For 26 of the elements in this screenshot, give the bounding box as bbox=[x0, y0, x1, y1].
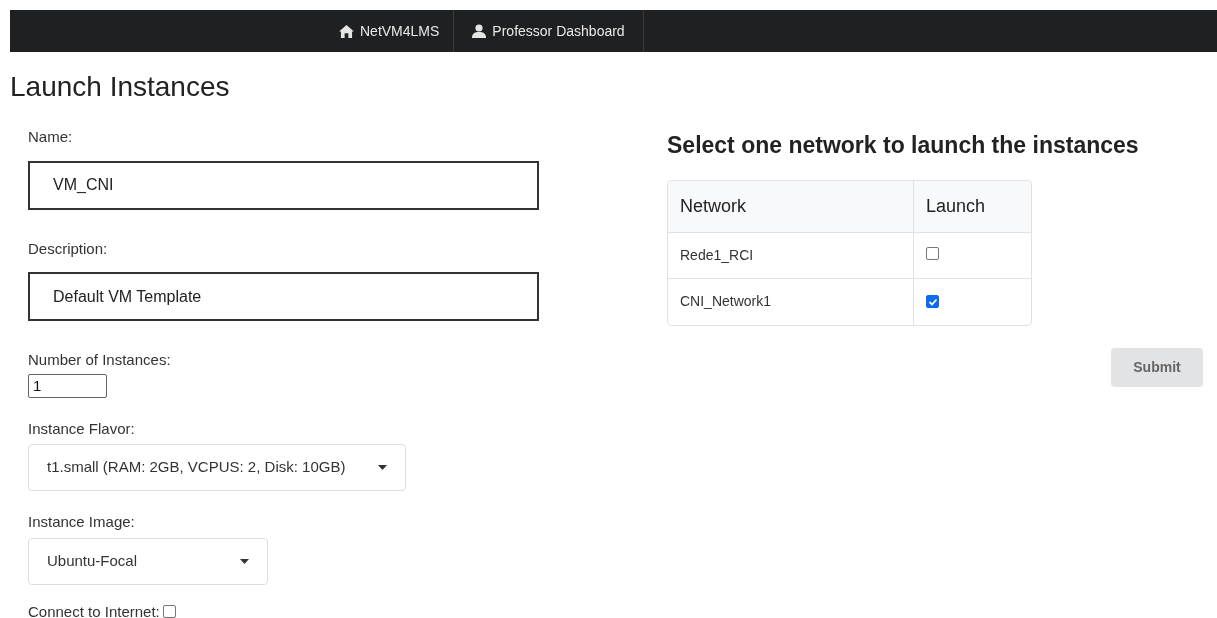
image-dropdown[interactable]: Ubuntu-Focal bbox=[28, 537, 268, 585]
table-cell: Rede1_RCI bbox=[668, 232, 914, 279]
section-title: Select one network to launch the instances bbox=[667, 131, 1140, 160]
field-label: Connect to Internet: bbox=[28, 601, 160, 618]
checkbox[interactable] bbox=[926, 295, 939, 308]
input-field[interactable]: Default VM Template bbox=[28, 272, 539, 321]
table-cell: CNI_Network1 bbox=[668, 278, 914, 325]
caret-icon bbox=[378, 465, 387, 470]
page-title: Launch Instances bbox=[10, 70, 231, 104]
caret-icon bbox=[240, 558, 249, 564]
column-header: Launch bbox=[914, 180, 1031, 233]
checkbox[interactable] bbox=[162, 605, 176, 618]
home-icon bbox=[339, 24, 354, 38]
nav-link[interactable]: Professor Dashboard bbox=[454, 10, 644, 52]
field-label: Name: bbox=[28, 127, 74, 147]
flavor-dropdown[interactable]: t1.small (RAM: 2GB, VCPUS: 2, Disk: 10GB) bbox=[28, 444, 406, 491]
input-field[interactable]: VM_CNI bbox=[28, 160, 539, 210]
nav-link[interactable]: NetVM4LMS bbox=[330, 10, 455, 52]
field-label: Instance Image: bbox=[28, 512, 136, 532]
user-icon bbox=[472, 24, 487, 38]
field-label: Number of Instances: bbox=[28, 350, 172, 370]
column-header: Network bbox=[668, 180, 914, 233]
number-field[interactable]: 1 bbox=[28, 373, 107, 398]
checkbox[interactable] bbox=[926, 247, 939, 260]
field-label: Description: bbox=[28, 238, 109, 259]
field-label: Instance Flavor: bbox=[28, 418, 136, 439]
